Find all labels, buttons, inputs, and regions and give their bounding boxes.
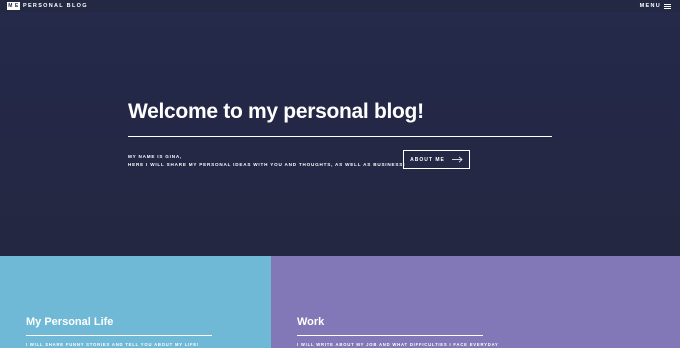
tile-description: I WILL WRITE ABOUT MY JOB AND WHAT DIFFI… [297, 342, 499, 347]
hero-banner: Welcome to my personal blog! MY NAME IS … [0, 12, 680, 256]
tile-divider [297, 335, 483, 336]
tile-title: My Personal Life [26, 316, 114, 328]
hero-divider [128, 136, 552, 137]
top-bar: M E PERSONAL BLOG MENU [0, 0, 680, 12]
about-me-button[interactable]: ABOUT ME [403, 150, 470, 169]
hero-title: Welcome to my personal blog! [128, 100, 424, 123]
tile-work[interactable]: Work I WILL WRITE ABOUT MY JOB AND WHAT … [271, 256, 680, 348]
menu-button[interactable]: MENU [640, 2, 671, 10]
intro-line-1: MY NAME IS GINA, [128, 154, 183, 159]
logo-text: PERSONAL BLOG [23, 3, 88, 9]
site-logo[interactable]: M E PERSONAL BLOG [7, 2, 88, 10]
hamburger-icon [664, 3, 671, 9]
intro-line-2: HERE I WILL SHARE MY PERSONAL IDEAS WITH… [128, 162, 406, 167]
menu-label: MENU [639, 3, 661, 9]
hero-intro: MY NAME IS GINA, HERE I WILL SHARE MY PE… [128, 153, 405, 169]
arrow-right-icon [451, 156, 463, 163]
tile-personal-life[interactable]: My Personal Life I WILL SHARE FUNNY STOR… [0, 256, 271, 348]
tile-description: I WILL SHARE FUNNY STORIES AND TELL YOU … [26, 342, 200, 347]
tile-title: Work [297, 316, 325, 328]
logo-mark: M E [7, 2, 20, 10]
about-me-label: ABOUT ME [410, 156, 445, 163]
tile-divider [26, 335, 212, 336]
